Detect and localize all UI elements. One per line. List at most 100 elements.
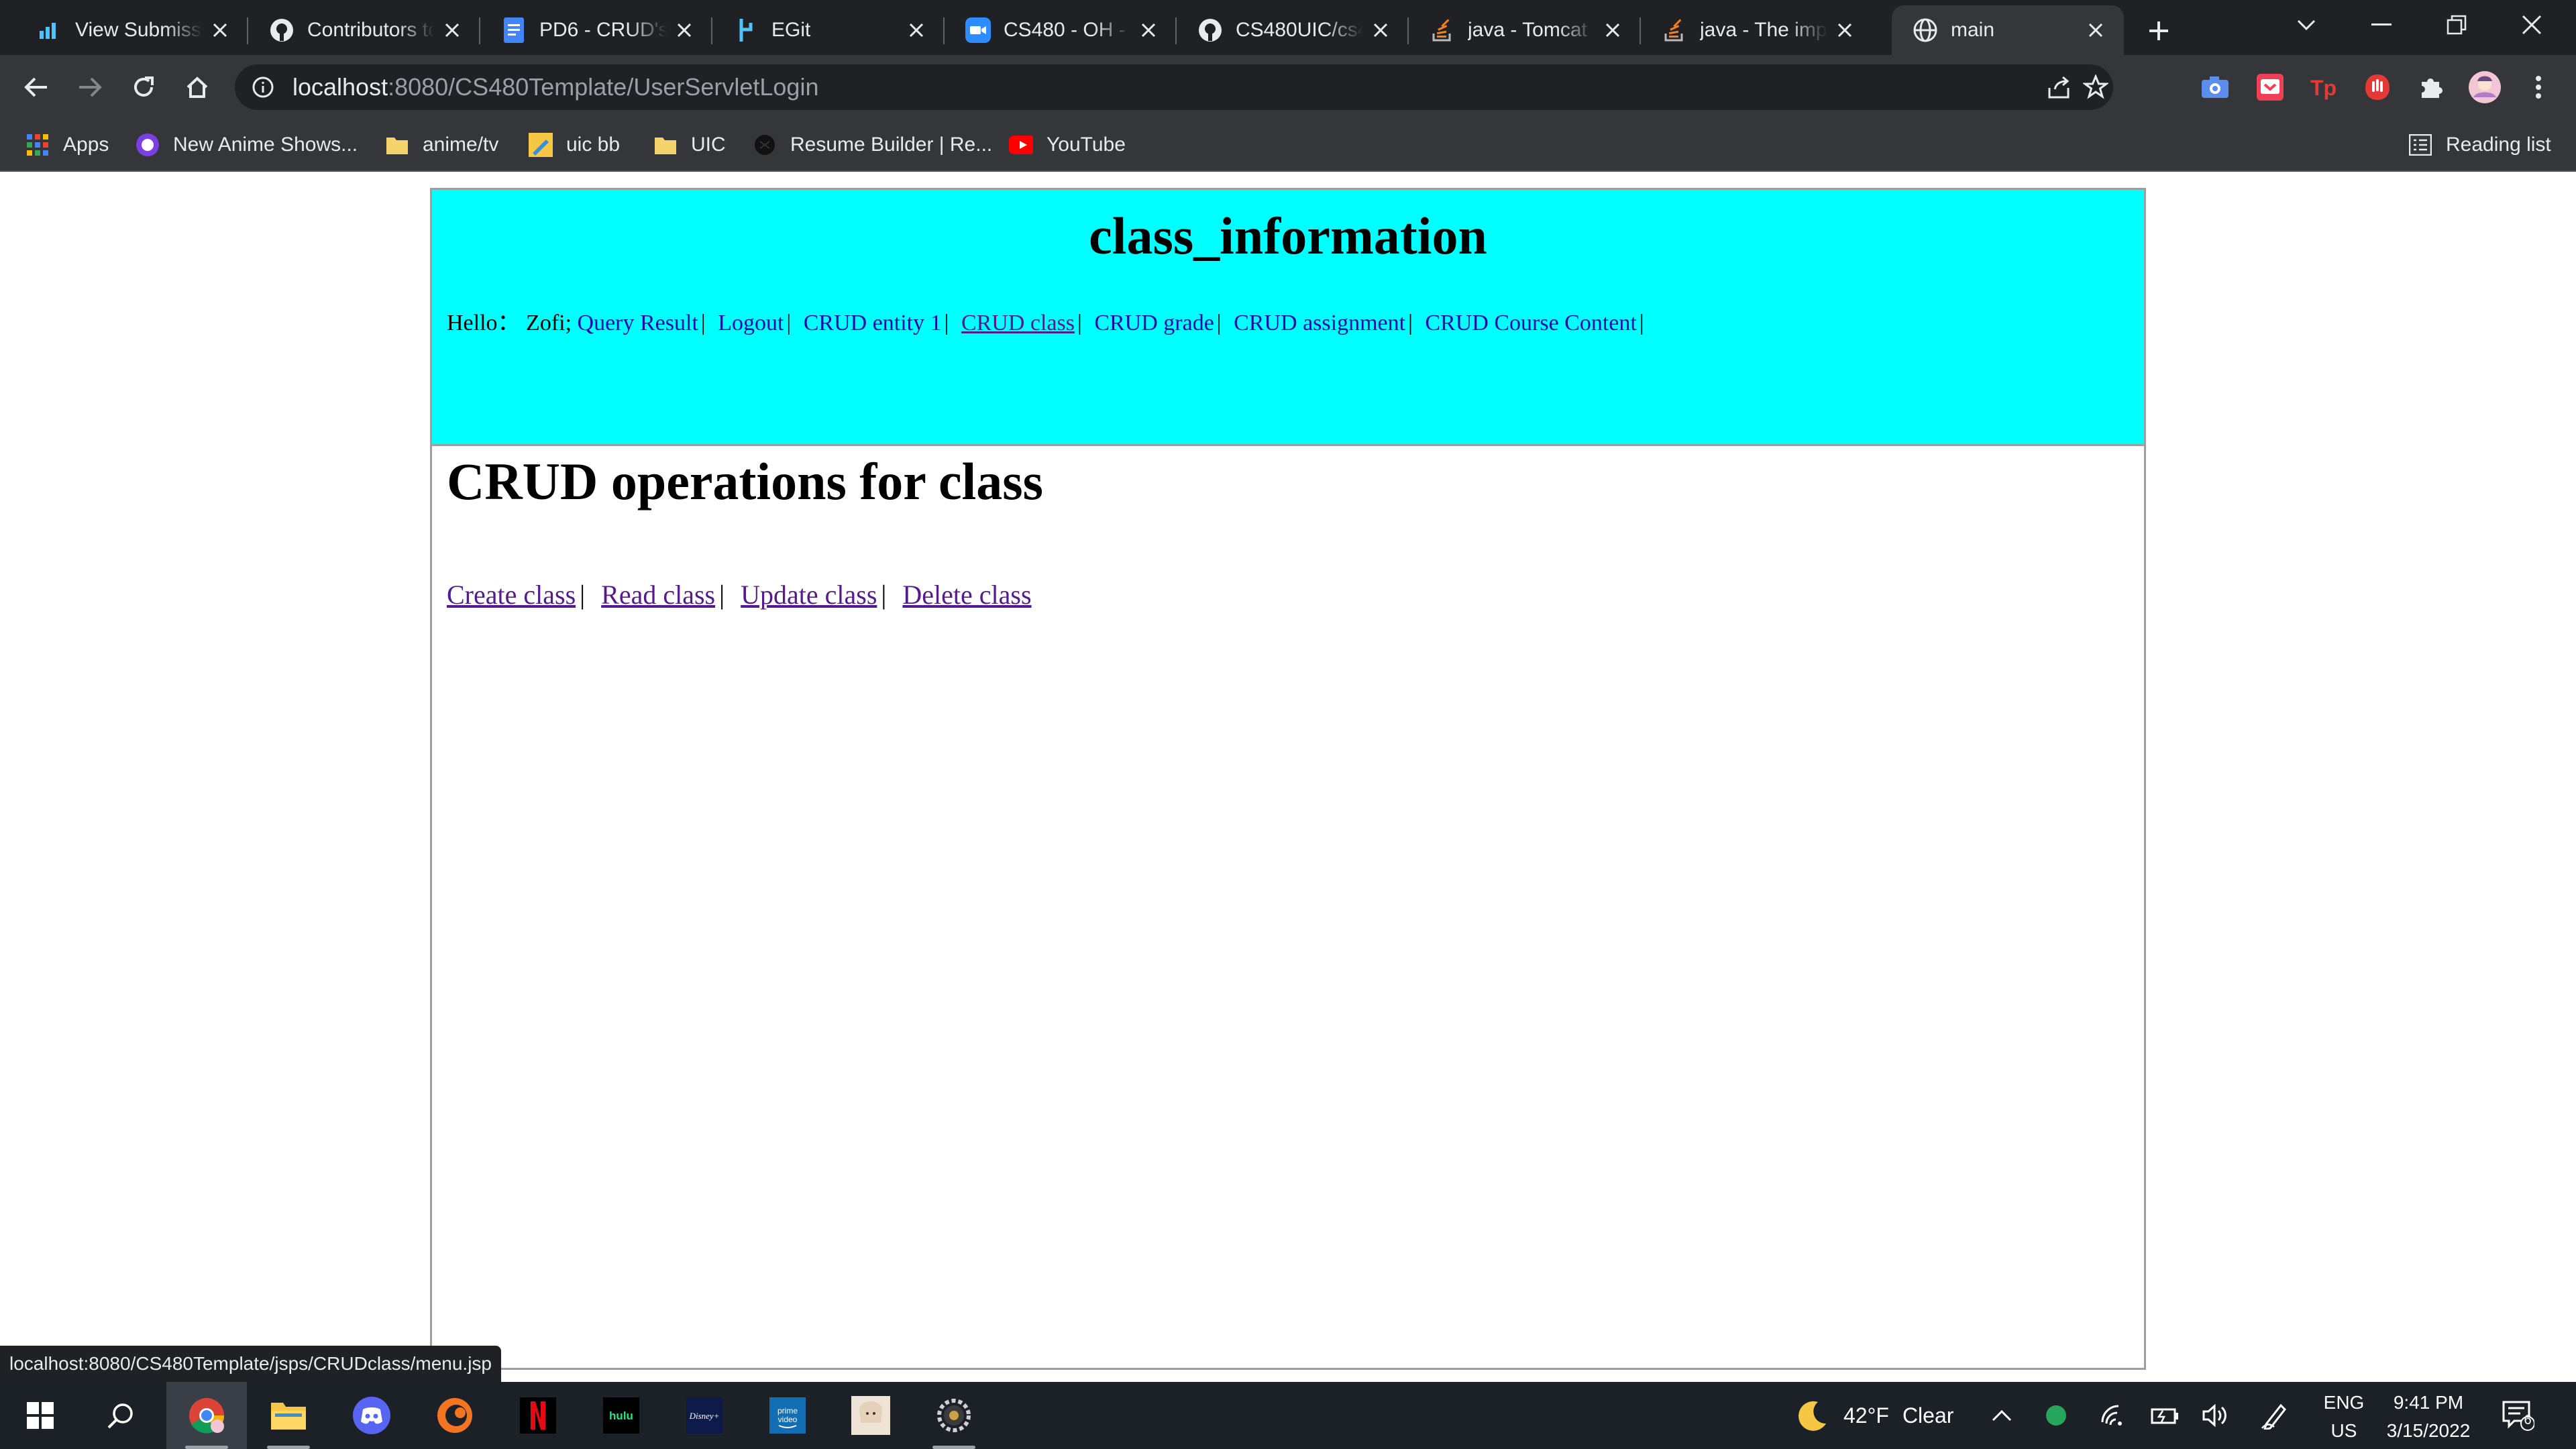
bookmark-apps[interactable]: Apps [25,129,109,161]
tab-title: View Submissions [75,19,203,41]
tab-cs480uic[interactable]: CS480UIC/cs480 [1177,5,1409,55]
egit-icon [733,17,759,44]
restore-icon [2447,15,2467,35]
bookmark-uic[interactable]: UIC [653,129,726,161]
bookmark-new-anime-shows[interactable]: New Anime Shows... [136,129,358,161]
weather-widget[interactable]: 42°F Clear [1795,1382,1953,1449]
create-class-link[interactable]: Create class [447,580,576,610]
taskbar-hulu[interactable]: hulu [581,1382,661,1449]
share-icon[interactable] [2046,74,2073,101]
weather-condition: Clear [1902,1403,1954,1428]
close-icon[interactable] [1599,17,1626,44]
camera-extension-icon[interactable] [2198,70,2233,105]
pen-workspace[interactable] [2261,1382,2288,1449]
svg-text:video: video [778,1415,798,1424]
search-button[interactable] [80,1382,161,1449]
reading-list-button[interactable]: Reading list [2408,129,2551,161]
taskbar-chrome[interactable] [166,1382,247,1449]
weather-temp: 42°F [1843,1403,1889,1428]
nav-separator: | [1077,311,1082,335]
nav-link-crud-class[interactable]: CRUD class [961,311,1075,335]
clock[interactable]: 9:41 PM 3/15/2022 [2381,1389,2475,1445]
battery-status[interactable] [2151,1382,2180,1449]
tab-java-imp[interactable]: java - The imp [1641,5,1873,55]
minimize-icon [2371,23,2392,25]
tab-title: EGit [771,19,811,41]
bookmark-youtube[interactable]: YouTube [1009,129,1126,161]
close-icon[interactable] [671,17,698,44]
close-window-button[interactable] [2494,0,2569,50]
language-indicator[interactable]: ENG US [2317,1389,2371,1445]
start-button[interactable] [0,1382,80,1449]
taskbar-disney-plus[interactable]: Disney+ [664,1382,745,1449]
profile-avatar[interactable] [2467,70,2502,105]
tab-egit[interactable]: EGit [712,5,945,55]
pencil-icon [529,133,553,157]
tab-pd6-cruds[interactable]: PD6 - CRUD's [480,5,712,55]
taskbar-anime-app[interactable] [830,1382,911,1449]
tab-main[interactable]: main [1892,5,2124,55]
green-status-indicator[interactable] [2045,1382,2068,1449]
info-icon[interactable] [250,74,276,101]
bookmark-anime-tv[interactable]: anime/tv [385,129,498,161]
anime-icon [136,133,160,157]
nav-separator: | [1216,311,1222,335]
nav-link-crud-assignment[interactable]: CRUD assignment [1234,311,1405,335]
puzzle-extensions-icon[interactable] [2414,70,2449,105]
bookmark-uic-bb[interactable]: uic bb [529,129,620,161]
address-bar[interactable]: localhost:8080/CS480Template/UserServlet… [235,64,2113,110]
tab-java-tomcat[interactable]: java - Tomcat [1409,5,1641,55]
close-icon[interactable] [1367,17,1394,44]
bookmark-resume-builder[interactable]: Resume Builder | Re... [753,129,992,161]
nav-link-crud-course-content[interactable]: CRUD Course Content [1425,311,1636,335]
tab-search-button[interactable] [2269,0,2344,50]
hand-extension-icon[interactable] [2360,70,2395,105]
read-class-link[interactable]: Read class [601,580,715,610]
volume-control[interactable] [2202,1382,2231,1449]
wifi-status[interactable] [2100,1382,2127,1449]
home-button[interactable] [177,67,217,107]
show-hidden-icons[interactable] [1991,1382,2012,1449]
star-icon[interactable] [2082,74,2109,101]
close-icon[interactable] [2082,17,2109,44]
close-icon[interactable] [207,17,233,44]
notification-center[interactable]: 6 [2502,1382,2534,1449]
nav-separator: | [786,311,792,335]
update-class-link[interactable]: Update class [741,580,877,610]
close-icon[interactable] [439,17,466,44]
minimize-button[interactable] [2344,0,2419,50]
reload-button[interactable] [123,67,164,107]
back-button[interactable] [16,67,56,107]
active-indicator [932,1446,975,1449]
tab-contributors[interactable]: Contributors to [248,5,480,55]
pocket-extension-icon[interactable] [2253,70,2288,105]
nav-link-crud-grade[interactable]: CRUD grade [1094,311,1214,335]
home-icon [186,76,208,98]
taskbar-netflix[interactable] [498,1382,578,1449]
plus-icon [2149,21,2168,40]
tab-cs480-zoom[interactable]: CS480 - OH - Zoom [945,5,1177,55]
taskbar-file-explorer[interactable] [248,1382,329,1449]
close-icon[interactable] [1831,17,1858,44]
nav-link-logout[interactable]: Logout [718,311,784,335]
restore-button[interactable] [2419,0,2494,50]
taskbar-discord[interactable] [331,1382,412,1449]
taskbar-prime-video[interactable]: prime video [747,1382,828,1449]
taskbar-settings-app[interactable] [914,1382,994,1449]
tp-extension-icon[interactable]: Tp [2306,70,2341,105]
nav-link-query-result[interactable]: Query Result [578,311,698,335]
forward-button[interactable] [70,67,110,107]
delete-class-link[interactable]: Delete class [902,580,1031,610]
url-text: localhost:8080/CS480Template/UserServlet… [292,73,818,101]
new-tab-button[interactable] [2140,12,2178,50]
nav-link-crud-entity-1[interactable]: CRUD entity 1 [804,311,942,335]
tab-view-submissions[interactable]: View Submissions [16,5,248,55]
folder-icon [653,133,678,157]
svg-text:prime: prime [777,1406,798,1415]
zoom-icon [965,17,991,44]
kebab-menu-icon[interactable] [2521,70,2556,105]
close-icon[interactable] [1135,17,1162,44]
taskbar-crunchyroll[interactable] [415,1382,495,1449]
chrome-icon [189,1398,225,1434]
close-icon[interactable] [903,17,930,44]
